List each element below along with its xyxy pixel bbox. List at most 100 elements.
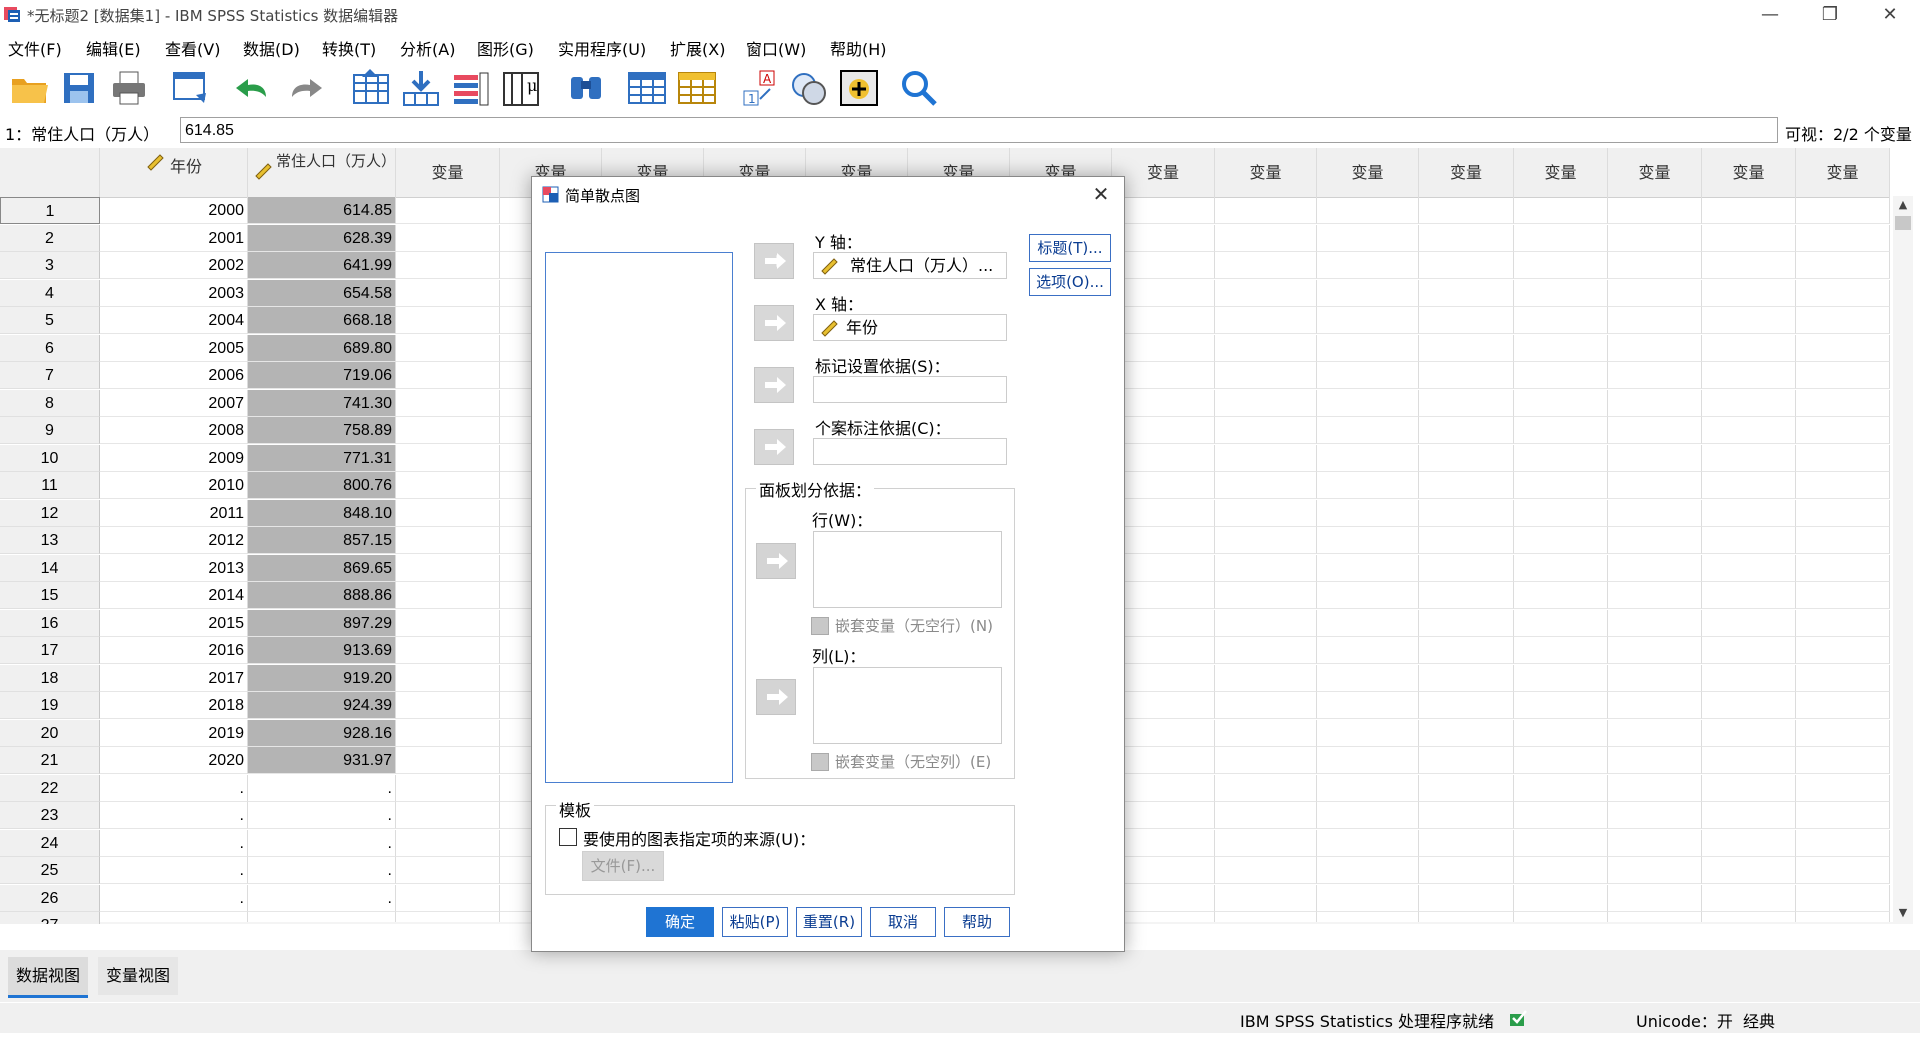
cell-population[interactable]: 857.15	[248, 527, 396, 554]
empty-cell[interactable]	[1514, 857, 1608, 884]
empty-cell[interactable]	[1796, 197, 1890, 224]
empty-cell[interactable]	[1419, 252, 1514, 279]
empty-cell[interactable]	[1215, 307, 1317, 334]
empty-cell[interactable]	[1514, 527, 1608, 554]
empty-cell[interactable]	[1112, 582, 1215, 609]
menu-data[interactable]: 数据(D)	[243, 36, 300, 60]
empty-cell[interactable]	[1112, 692, 1215, 719]
cell-year[interactable]: 2000	[100, 197, 248, 224]
nest-rows-checkbox[interactable]	[811, 617, 829, 635]
empty-cell[interactable]	[1796, 555, 1890, 582]
empty-cell[interactable]	[1419, 665, 1514, 692]
empty-cell[interactable]	[1215, 362, 1317, 389]
empty-cell[interactable]	[396, 225, 500, 252]
empty-cell[interactable]	[1419, 720, 1514, 747]
empty-cell[interactable]	[1796, 445, 1890, 472]
cell-year[interactable]: .	[100, 885, 248, 912]
cell-population[interactable]: .	[248, 830, 396, 857]
empty-cell[interactable]	[1419, 582, 1514, 609]
empty-cell[interactable]	[1702, 335, 1796, 362]
row-header[interactable]: 11	[0, 472, 100, 499]
empty-cell[interactable]	[1112, 417, 1215, 444]
empty-cell[interactable]	[1215, 500, 1317, 527]
empty-cell[interactable]	[396, 280, 500, 307]
empty-cell[interactable]	[1215, 390, 1317, 417]
empty-cell[interactable]	[1317, 500, 1419, 527]
empty-cell[interactable]	[396, 307, 500, 334]
insert-variable-icon[interactable]	[676, 67, 718, 109]
ok-button[interactable]: 确定	[646, 907, 714, 937]
undo-icon[interactable]	[232, 67, 274, 109]
row-header[interactable]: 23	[0, 802, 100, 829]
file-button[interactable]: 文件(F)...	[582, 851, 664, 881]
vertical-scrollbar[interactable]: ▲ ▼	[1893, 196, 1913, 924]
empty-cell[interactable]	[1514, 472, 1608, 499]
row-header[interactable]: 14	[0, 555, 100, 582]
empty-cell[interactable]	[1514, 362, 1608, 389]
menu-utilities[interactable]: 实用程序(U)	[558, 36, 646, 60]
empty-cell[interactable]	[1419, 417, 1514, 444]
row-header[interactable]: 5	[0, 307, 100, 334]
empty-cell[interactable]	[1419, 637, 1514, 664]
cell-year[interactable]: 2007	[100, 390, 248, 417]
cell-population[interactable]: 719.06	[248, 362, 396, 389]
column-header-empty-var[interactable]: 变量	[1215, 148, 1317, 197]
empty-cell[interactable]	[1796, 362, 1890, 389]
empty-cell[interactable]	[1317, 857, 1419, 884]
row-header[interactable]: 2	[0, 225, 100, 252]
row-header[interactable]: 10	[0, 445, 100, 472]
empty-cell[interactable]	[1796, 775, 1890, 802]
menu-transform[interactable]: 转换(T)	[322, 36, 376, 60]
empty-cell[interactable]	[1514, 582, 1608, 609]
empty-cell[interactable]	[1215, 197, 1317, 224]
row-header[interactable]: 19	[0, 692, 100, 719]
empty-cell[interactable]	[1796, 500, 1890, 527]
empty-cell[interactable]	[396, 802, 500, 829]
cell-population[interactable]: 869.65	[248, 555, 396, 582]
empty-cell[interactable]	[1215, 280, 1317, 307]
empty-cell[interactable]	[1702, 555, 1796, 582]
empty-cell[interactable]	[1317, 830, 1419, 857]
empty-cell[interactable]	[1796, 720, 1890, 747]
empty-cell[interactable]	[1317, 197, 1419, 224]
y-axis-field[interactable]: 常住人口（万人）...	[813, 252, 1007, 279]
source-variable-list[interactable]	[545, 252, 733, 783]
empty-cell[interactable]	[1608, 610, 1702, 637]
empty-cell[interactable]	[1317, 390, 1419, 417]
empty-cell[interactable]	[1317, 362, 1419, 389]
empty-cell[interactable]	[1112, 830, 1215, 857]
empty-cell[interactable]	[1608, 417, 1702, 444]
cell-population[interactable]: 654.58	[248, 280, 396, 307]
empty-cell[interactable]	[1215, 555, 1317, 582]
empty-cell[interactable]	[1514, 692, 1608, 719]
empty-cell[interactable]	[1317, 527, 1419, 554]
reset-button[interactable]: 重置(R)	[796, 907, 862, 937]
empty-cell[interactable]	[1317, 692, 1419, 719]
empty-cell[interactable]	[1796, 582, 1890, 609]
scroll-right-arrow-icon[interactable]: ▶	[1873, 922, 1893, 924]
row-header[interactable]: 15	[0, 582, 100, 609]
empty-cell[interactable]	[1215, 802, 1317, 829]
column-header-population[interactable]: 常住人口（万人）	[248, 148, 396, 197]
minimize-button[interactable]: —	[1740, 0, 1800, 30]
cell-year[interactable]: 2009	[100, 445, 248, 472]
empty-cell[interactable]	[1317, 665, 1419, 692]
empty-cell[interactable]	[1608, 885, 1702, 912]
empty-cell[interactable]	[1608, 472, 1702, 499]
column-header-empty-var[interactable]: 变量	[1419, 148, 1514, 197]
dialog-close-button[interactable]: ✕	[1086, 180, 1116, 208]
row-header[interactable]: 9	[0, 417, 100, 444]
empty-cell[interactable]	[1419, 390, 1514, 417]
empty-cell[interactable]	[1112, 252, 1215, 279]
column-header-empty-var[interactable]: 变量	[1317, 148, 1419, 197]
column-header-empty-var[interactable]: 变量	[1514, 148, 1608, 197]
panel-columns-field[interactable]	[813, 667, 1002, 744]
row-header[interactable]: 3	[0, 252, 100, 279]
empty-cell[interactable]	[1317, 582, 1419, 609]
empty-cell[interactable]	[1796, 307, 1890, 334]
restore-button[interactable]: ❐	[1800, 0, 1860, 30]
cell-year[interactable]: 2013	[100, 555, 248, 582]
column-header-empty-var[interactable]: 变量	[1796, 148, 1890, 197]
empty-cell[interactable]	[1608, 527, 1702, 554]
label-cases-by-field[interactable]	[813, 438, 1007, 465]
